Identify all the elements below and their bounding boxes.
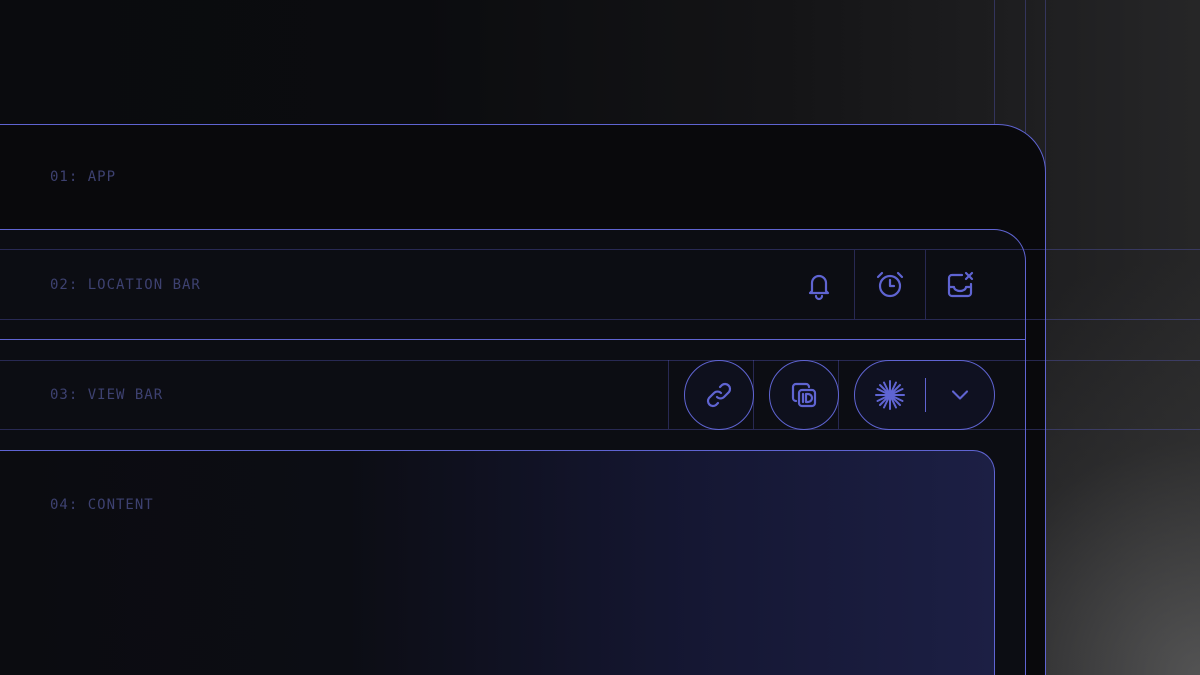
ai-split-button[interactable]	[854, 360, 995, 430]
toolbar-separator	[668, 360, 669, 429]
guide-line	[0, 360, 1200, 361]
chevron-down-icon	[951, 390, 969, 400]
content-frame	[0, 450, 995, 675]
ai-action-button[interactable]	[855, 361, 925, 429]
reminders-button[interactable]	[855, 250, 925, 320]
more-options-button[interactable]	[926, 361, 994, 429]
sparkle-burst-icon	[875, 380, 905, 410]
link-icon	[706, 382, 732, 408]
view-bar-frame	[0, 339, 1025, 340]
inbox-remove-icon	[947, 271, 974, 298]
bell-icon	[808, 274, 830, 301]
clear-inbox-button[interactable]	[925, 250, 995, 320]
copy-id-button[interactable]	[769, 360, 839, 430]
location-bar-layer-label: 02: LOCATION BAR	[50, 277, 201, 293]
guide-line	[0, 429, 1200, 430]
app-layer-label: 01: APP	[50, 169, 117, 185]
view-bar-layer-label: 03: VIEW BAR	[50, 387, 164, 403]
guide-line	[0, 249, 1200, 250]
alarm-clock-icon	[876, 271, 904, 298]
content-layer-label: 04: CONTENT	[50, 497, 154, 513]
copy-id-icon	[791, 382, 817, 408]
guide-line	[0, 319, 1200, 320]
notifications-button[interactable]	[784, 250, 854, 320]
copy-link-button[interactable]	[684, 360, 754, 430]
